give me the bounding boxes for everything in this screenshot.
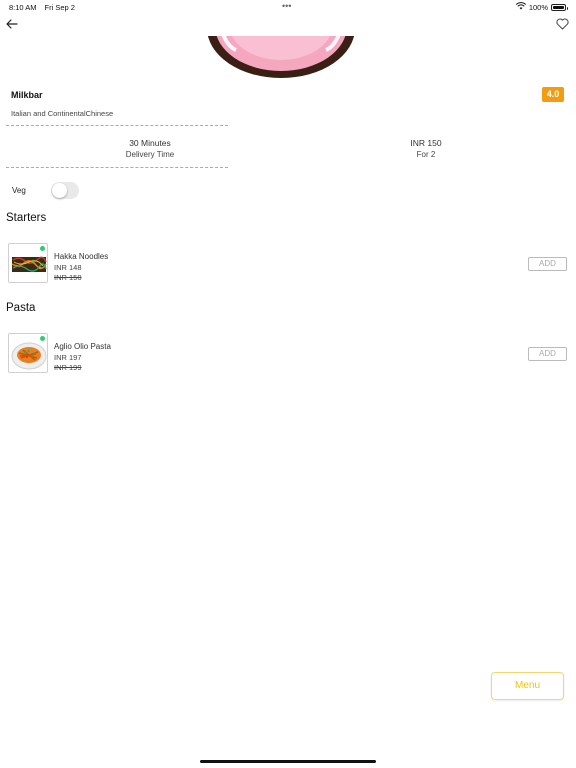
item-price: INR 148 bbox=[54, 263, 82, 272]
section-title-pasta: Pasta bbox=[6, 302, 36, 314]
restaurant-hero-image bbox=[206, 36, 356, 78]
item-original-price: INR 150 bbox=[54, 273, 82, 282]
status-date: Fri Sep 2 bbox=[44, 3, 75, 12]
cost-for-two-stat: INR 150 For 2 bbox=[376, 138, 476, 159]
add-button[interactable]: ADD bbox=[528, 257, 567, 271]
cost-label: For 2 bbox=[416, 150, 436, 159]
add-button[interactable]: ADD bbox=[528, 347, 567, 361]
rating-badge: 4.0 bbox=[542, 87, 564, 102]
arrow-left-icon bbox=[6, 19, 18, 29]
toggle-knob bbox=[52, 183, 67, 198]
item-image-aglio-olio-pasta bbox=[8, 333, 48, 373]
restaurant-name: Milkbar bbox=[11, 90, 43, 100]
veg-indicator-icon bbox=[40, 336, 45, 341]
delivery-time-stat: 30 Minutes Delivery Time bbox=[100, 138, 200, 159]
veg-indicator-icon bbox=[40, 246, 45, 251]
cost-value: INR 150 bbox=[410, 138, 442, 148]
status-time: 8:10 AM bbox=[9, 3, 37, 12]
status-time-date: 8:10 AM Fri Sep 2 bbox=[9, 3, 75, 12]
item-image-hakka-noodles bbox=[8, 243, 48, 283]
heart-outline-icon bbox=[555, 18, 569, 30]
wifi-icon bbox=[515, 2, 526, 12]
section-title-starters: Starters bbox=[6, 212, 47, 224]
battery-icon bbox=[551, 3, 568, 11]
menu-button[interactable]: Menu bbox=[491, 672, 564, 700]
divider bbox=[6, 125, 228, 126]
delivery-time-value: 30 Minutes bbox=[129, 138, 171, 148]
multitasking-dots[interactable]: ••• bbox=[282, 2, 291, 11]
delivery-time-label: Delivery Time bbox=[125, 150, 175, 159]
back-button[interactable] bbox=[4, 16, 20, 32]
item-original-price: INR 199 bbox=[54, 363, 82, 372]
item-name: Hakka Noodles bbox=[54, 252, 109, 261]
veg-toggle[interactable] bbox=[51, 182, 79, 199]
veg-filter-label: Veg bbox=[12, 186, 26, 195]
divider bbox=[6, 167, 228, 168]
status-bar: 8:10 AM Fri Sep 2 ••• 100% bbox=[0, 0, 576, 14]
favorite-button[interactable] bbox=[554, 16, 570, 32]
item-name: Aglio Olio Pasta bbox=[54, 342, 111, 351]
home-indicator[interactable] bbox=[200, 760, 376, 763]
item-price: INR 197 bbox=[54, 353, 82, 362]
cuisine-text: Italian and ContinentalChinese bbox=[11, 109, 114, 118]
battery-percent: 100% bbox=[528, 2, 548, 12]
status-indicators: 100% bbox=[515, 2, 568, 12]
